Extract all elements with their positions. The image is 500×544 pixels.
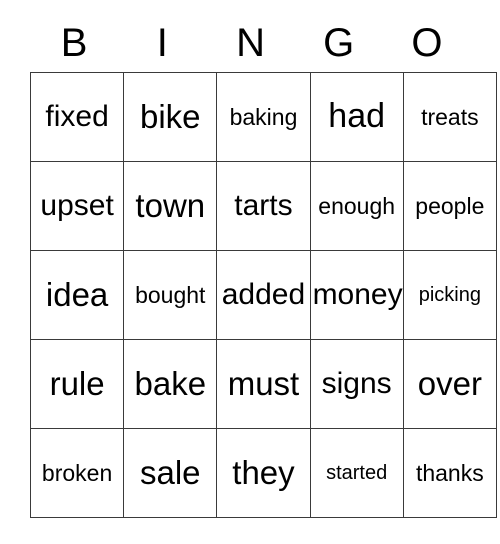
bingo-row: idea bought added money picking — [29, 250, 497, 340]
bingo-cell-label: upset — [40, 189, 114, 223]
bingo-cell-label: they — [232, 453, 295, 491]
bingo-cell[interactable]: must — [216, 339, 311, 429]
header-letter-o: O — [411, 21, 443, 65]
header-letter-i: I — [156, 21, 168, 65]
bingo-cell[interactable]: added — [216, 250, 311, 340]
bingo-cell-label: treats — [421, 103, 479, 130]
bingo-cell-label: bake — [134, 364, 207, 402]
bingo-cell[interactable]: idea — [29, 250, 125, 340]
bingo-cell[interactable]: bake — [123, 339, 218, 429]
bingo-cell[interactable]: had — [309, 72, 404, 162]
bingo-cell-label: idea — [45, 275, 109, 313]
bingo-cell[interactable]: upset — [29, 161, 125, 251]
bingo-cell[interactable]: picking — [402, 250, 497, 340]
bingo-cell-label: started — [326, 461, 388, 484]
bingo-cell[interactable]: fixed — [29, 72, 125, 162]
bingo-cell[interactable]: started — [309, 428, 404, 518]
bingo-cell-label: baking — [229, 103, 298, 130]
bingo-cell-label: bought — [135, 281, 206, 308]
header-letter-g: G — [323, 21, 355, 65]
bingo-cell[interactable]: broken — [29, 428, 125, 518]
bingo-cell[interactable]: enough — [309, 161, 404, 251]
bingo-cell[interactable]: sale — [123, 428, 218, 518]
bingo-row: rule bake must signs over — [29, 339, 497, 429]
bingo-cell-label: people — [415, 192, 485, 219]
bingo-cell[interactable]: people — [402, 161, 497, 251]
bingo-cell-label: enough — [318, 192, 396, 219]
bingo-grid: fixed bike baking had treats upset town … — [29, 72, 497, 518]
bingo-cell[interactable]: treats — [402, 72, 497, 162]
bingo-header-row: B I N G O — [30, 14, 471, 72]
bingo-cell-label: sale — [140, 453, 201, 491]
bingo-cell[interactable]: bike — [123, 72, 218, 162]
bingo-cell-label: signs — [321, 367, 392, 401]
bingo-cell-label: bike — [140, 97, 201, 135]
bingo-cell[interactable]: baking — [216, 72, 311, 162]
bingo-cell[interactable]: over — [402, 339, 497, 429]
bingo-cell[interactable]: money — [309, 250, 404, 340]
bingo-cell-label: picking — [418, 283, 481, 306]
bingo-cell-label: fixed — [45, 100, 109, 134]
bingo-cell-label: money — [312, 278, 403, 312]
bingo-row: broken sale they started thanks — [29, 428, 497, 518]
bingo-cell[interactable]: thanks — [402, 428, 497, 518]
bingo-cell[interactable]: they — [216, 428, 311, 518]
header-letter-n: N — [236, 21, 265, 65]
bingo-cell-label: town — [135, 186, 206, 224]
bingo-row: fixed bike baking had treats — [29, 72, 497, 162]
bingo-cell-label: broken — [41, 459, 113, 486]
bingo-cell-label: had — [328, 97, 386, 136]
bingo-cell[interactable]: tarts — [216, 161, 311, 251]
bingo-row: upset town tarts enough people — [29, 161, 497, 251]
bingo-cell[interactable]: town — [123, 161, 218, 251]
bingo-cell-label: must — [227, 364, 300, 402]
bingo-cell-label: added — [221, 278, 306, 312]
bingo-cell[interactable]: rule — [29, 339, 125, 429]
bingo-cell-label: tarts — [234, 189, 293, 223]
bingo-cell-label: thanks — [415, 459, 484, 486]
bingo-cell-label: over — [417, 364, 482, 402]
bingo-cell[interactable]: signs — [309, 339, 404, 429]
bingo-cell-label: rule — [49, 364, 105, 402]
bingo-cell[interactable]: bought — [123, 250, 218, 340]
header-letter-b: B — [60, 21, 88, 65]
bingo-card: B I N G O fixed bike baking had treats u… — [29, 14, 497, 518]
